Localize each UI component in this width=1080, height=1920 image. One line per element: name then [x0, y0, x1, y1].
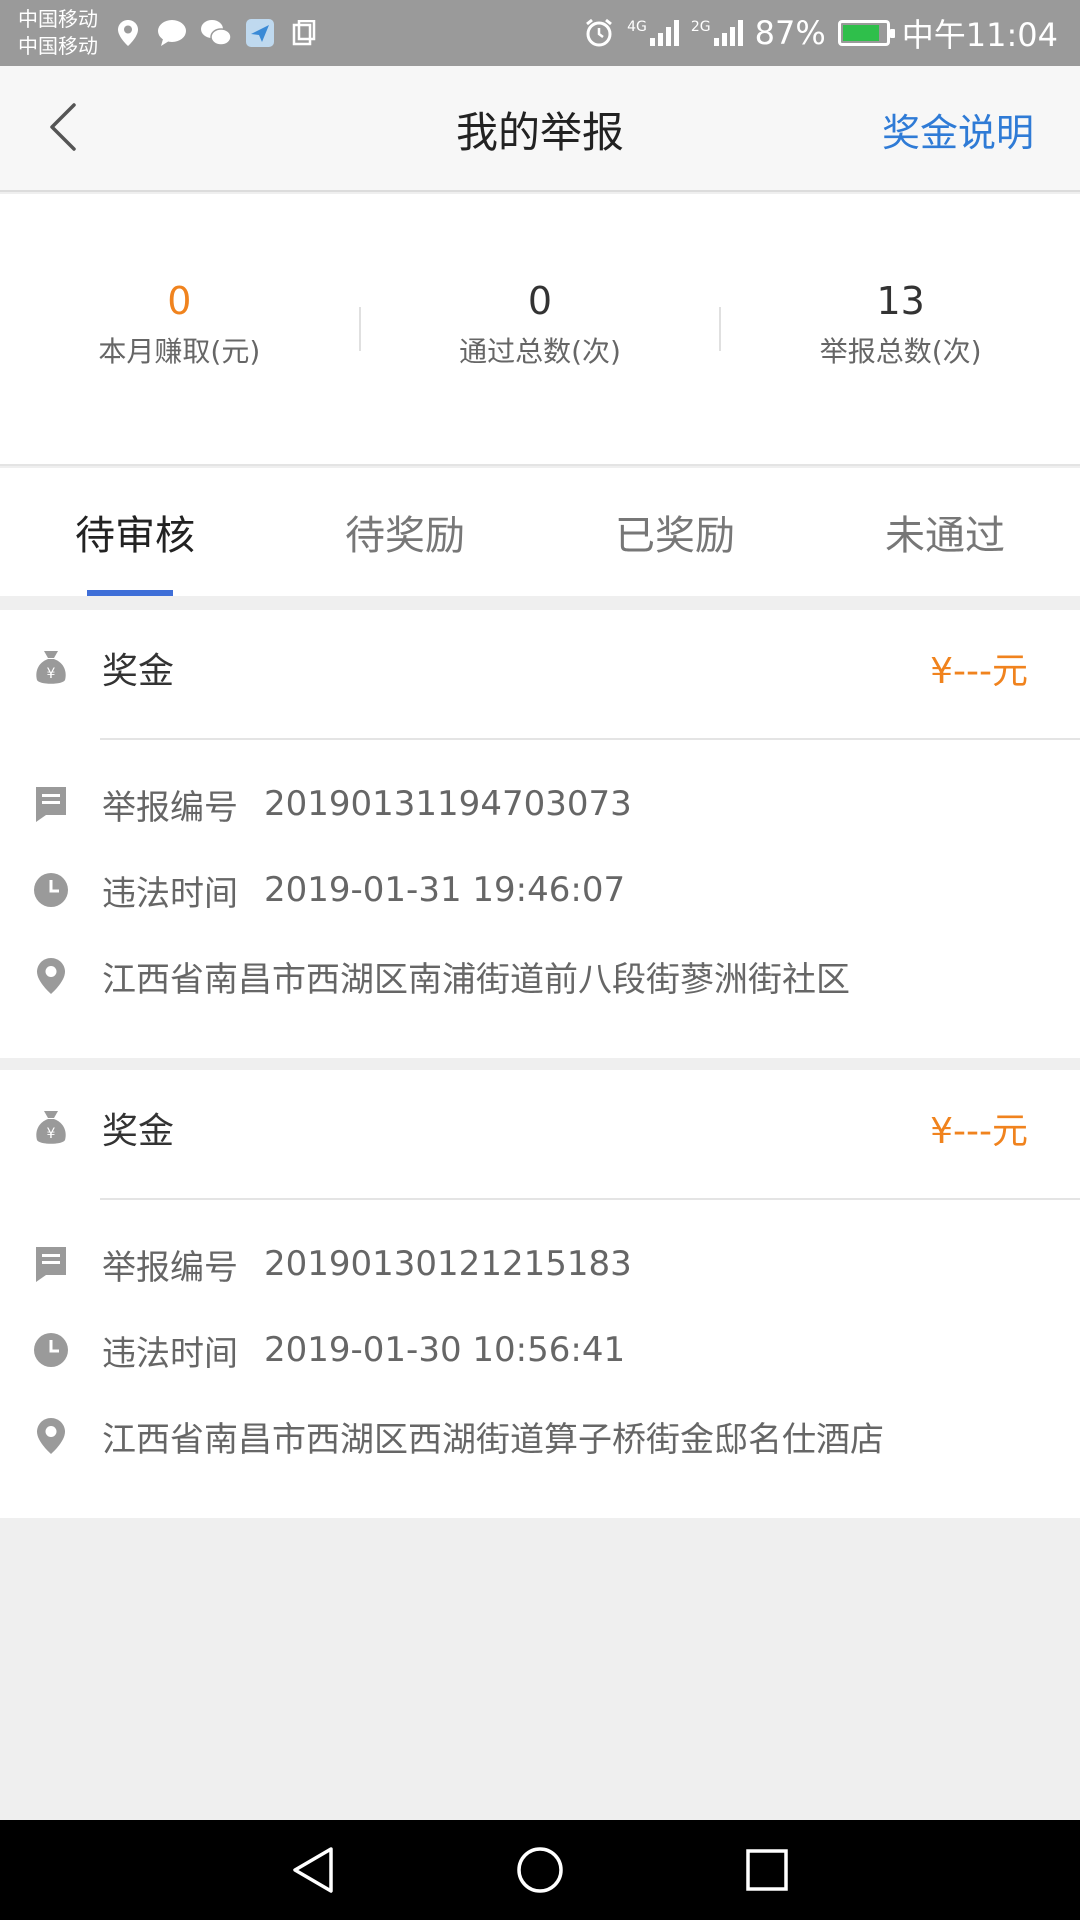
- bonus-row: ¥ 奖金 ¥---元: [0, 1098, 1080, 1158]
- bonus-amount: ¥---元: [930, 1111, 1028, 1152]
- carrier-1: 中国移动: [18, 7, 98, 31]
- bonus-label: 奖金: [102, 1111, 175, 1152]
- chevron-left-icon: [48, 102, 78, 156]
- report-card[interactable]: ¥ 奖金 ¥---元 举报编号 20190131194703073 违法时间 2…: [0, 610, 1080, 1058]
- stat-label: 本月赚取(元): [98, 335, 261, 368]
- clock-icon: [32, 1331, 70, 1369]
- violation-time-value: 2019-01-31 19:46:07: [264, 870, 626, 910]
- signal-4g: 4G: [627, 20, 679, 46]
- battery-percent: 87%: [754, 14, 826, 52]
- stat-value: 0: [527, 279, 553, 323]
- divider: [100, 1198, 1080, 1200]
- report-id-row: 举报编号 20190130121215183: [0, 1234, 1080, 1294]
- location-icon: [112, 17, 144, 49]
- signal-bars-icon: [713, 20, 743, 46]
- document-icon: [32, 785, 70, 823]
- bonus-label: 奖金: [102, 651, 175, 692]
- message-icon: [156, 17, 188, 49]
- tab-pending-reward[interactable]: 待奖励: [270, 468, 540, 596]
- money-bag-icon: ¥: [32, 649, 70, 687]
- stats-summary: 0 本月赚取(元) 0 通过总数(次) 13 举报总数(次): [0, 194, 1080, 466]
- carrier-2: 中国移动: [18, 34, 98, 58]
- battery-icon: [837, 20, 895, 46]
- report-id-label: 举报编号: [102, 787, 238, 828]
- status-tabs: 待审核 待奖励 已奖励 未通过: [0, 468, 1080, 596]
- tab-label: 待奖励: [345, 513, 465, 559]
- status-bar: 中国移动 中国移动 4G 2G 87% 中午11:04: [0, 0, 1080, 66]
- violation-time-value: 2019-01-30 10:56:41: [264, 1330, 626, 1370]
- wechat-icon: [200, 17, 232, 49]
- report-id-row: 举报编号 20190131194703073: [0, 774, 1080, 834]
- address-text: 江西省南昌市西湖区西湖街道算子桥街金邸名仕酒店: [102, 1419, 884, 1460]
- system-nav-bar: [0, 1820, 1080, 1920]
- clock: 中午11:04: [901, 16, 1058, 54]
- nav-home-icon[interactable]: [510, 1840, 570, 1900]
- violation-time-row: 违法时间 2019-01-30 10:56:41: [0, 1320, 1080, 1380]
- bonus-amount: ¥---元: [930, 651, 1028, 692]
- report-card[interactable]: ¥ 奖金 ¥---元 举报编号 20190130121215183 违法时间 2…: [0, 1070, 1080, 1518]
- network-type-1: 4G: [627, 19, 647, 35]
- stat-label: 举报总数(次): [819, 335, 982, 368]
- report-id-label: 举报编号: [102, 1247, 238, 1288]
- document-icon: [32, 1245, 70, 1283]
- report-id-value: 20190131194703073: [264, 784, 632, 824]
- network-type-2: 2G: [690, 19, 711, 35]
- location-pin-icon: [32, 957, 70, 995]
- report-id-value: 20190130121215183: [264, 1244, 632, 1284]
- stat-report-total: 13 举报总数(次): [721, 279, 1080, 372]
- address-row: 江西省南昌市西湖区南浦街道前八段街蓼洲街社区: [0, 946, 1080, 1006]
- stat-approved-total: 0 通过总数(次): [361, 279, 720, 372]
- violation-time-row: 违法时间 2019-01-31 19:46:07: [0, 860, 1080, 920]
- location-pin-icon: [32, 1417, 70, 1455]
- bonus-explanation-link[interactable]: 奖金说明: [882, 66, 1034, 192]
- app-icon: [244, 17, 276, 49]
- clock-icon: [32, 871, 70, 909]
- back-button[interactable]: [30, 92, 96, 166]
- tab-rejected[interactable]: 未通过: [810, 468, 1080, 596]
- address-text: 江西省南昌市西湖区南浦街道前八段街蓼洲街社区: [102, 959, 850, 1000]
- money-bag-icon: ¥: [32, 1109, 70, 1147]
- signal-2g: 2G: [691, 20, 743, 46]
- violation-time-label: 违法时间: [102, 873, 238, 914]
- app-header: 我的举报 奖金说明: [0, 66, 1080, 192]
- divider: [100, 738, 1080, 740]
- tab-label: 已奖励: [615, 513, 735, 559]
- tab-pending-review[interactable]: 待审核: [0, 468, 270, 596]
- active-tab-indicator: [87, 590, 173, 596]
- clipboard-icon: [288, 17, 320, 49]
- stat-value: 13: [876, 279, 925, 323]
- alarm-icon: [583, 17, 615, 49]
- stat-label: 通过总数(次): [459, 335, 621, 368]
- carrier-info: 中国移动 中国移动: [18, 6, 98, 60]
- stat-monthly-earnings: 0 本月赚取(元): [0, 279, 359, 372]
- bonus-row: ¥ 奖金 ¥---元: [0, 638, 1080, 698]
- nav-back-icon[interactable]: [283, 1840, 343, 1900]
- tab-label: 待审核: [75, 513, 195, 559]
- signal-bars-icon: [649, 20, 679, 46]
- stat-value: 0: [167, 279, 192, 323]
- tab-label: 未通过: [885, 513, 1005, 559]
- violation-time-label: 违法时间: [102, 1333, 238, 1374]
- svg-text:¥: ¥: [47, 666, 56, 682]
- address-row: 江西省南昌市西湖区西湖街道算子桥街金邸名仕酒店: [0, 1406, 1080, 1466]
- svg-text:¥: ¥: [47, 1126, 56, 1142]
- nav-recents-icon[interactable]: [737, 1840, 797, 1900]
- tab-rewarded[interactable]: 已奖励: [540, 468, 810, 596]
